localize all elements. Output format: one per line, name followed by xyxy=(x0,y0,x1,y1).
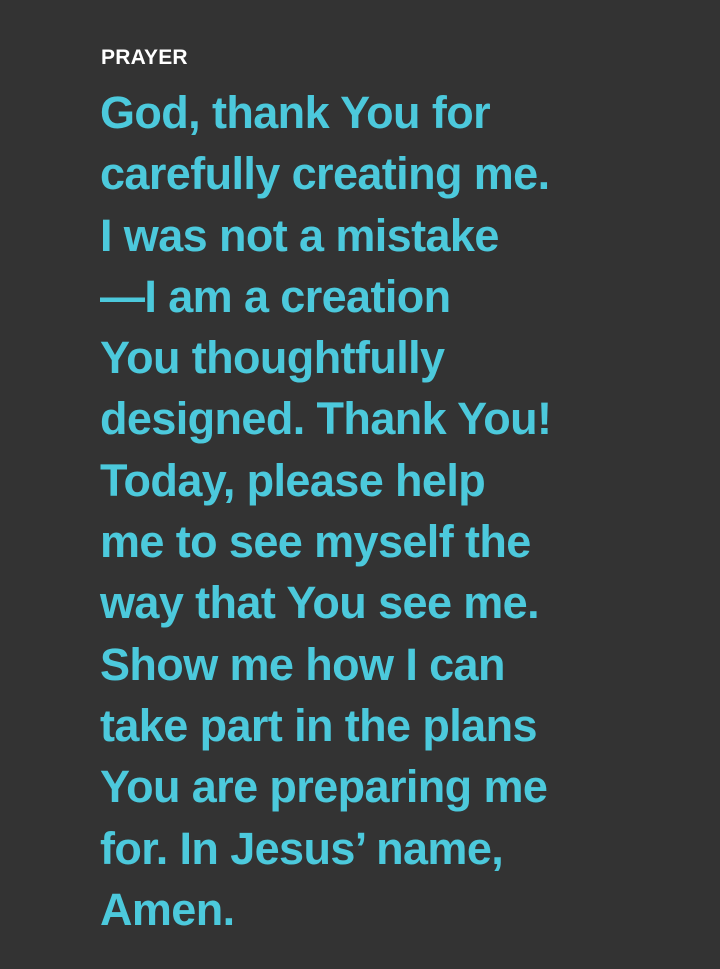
prayer-line: take part in the plans xyxy=(100,699,538,751)
prayer-line: Today, please help xyxy=(100,454,486,506)
prayer-line: Show me how I can xyxy=(100,638,505,690)
prayer-line: You are preparing me xyxy=(100,761,548,813)
prayer-text: God, thank You for carefully creating me… xyxy=(100,82,700,940)
prayer-line: me to see myself the xyxy=(100,516,531,568)
prayer-line: carefully creating me. xyxy=(100,148,550,200)
prayer-line: for. In Jesus’ name, xyxy=(100,822,504,874)
prayer-line: God, thank You for xyxy=(100,87,491,138)
prayer-card: PRAYER God, thank You for carefully crea… xyxy=(0,0,720,969)
prayer-line: Amen. xyxy=(100,883,235,935)
section-label: PRAYER xyxy=(101,46,188,69)
prayer-line: designed. Thank You! xyxy=(100,393,552,445)
prayer-line: way that You see me. xyxy=(100,577,540,629)
prayer-line: You thoughtfully xyxy=(100,332,445,384)
prayer-line: I was not a mistake xyxy=(100,209,499,261)
prayer-line: —I am a creation xyxy=(100,270,451,322)
